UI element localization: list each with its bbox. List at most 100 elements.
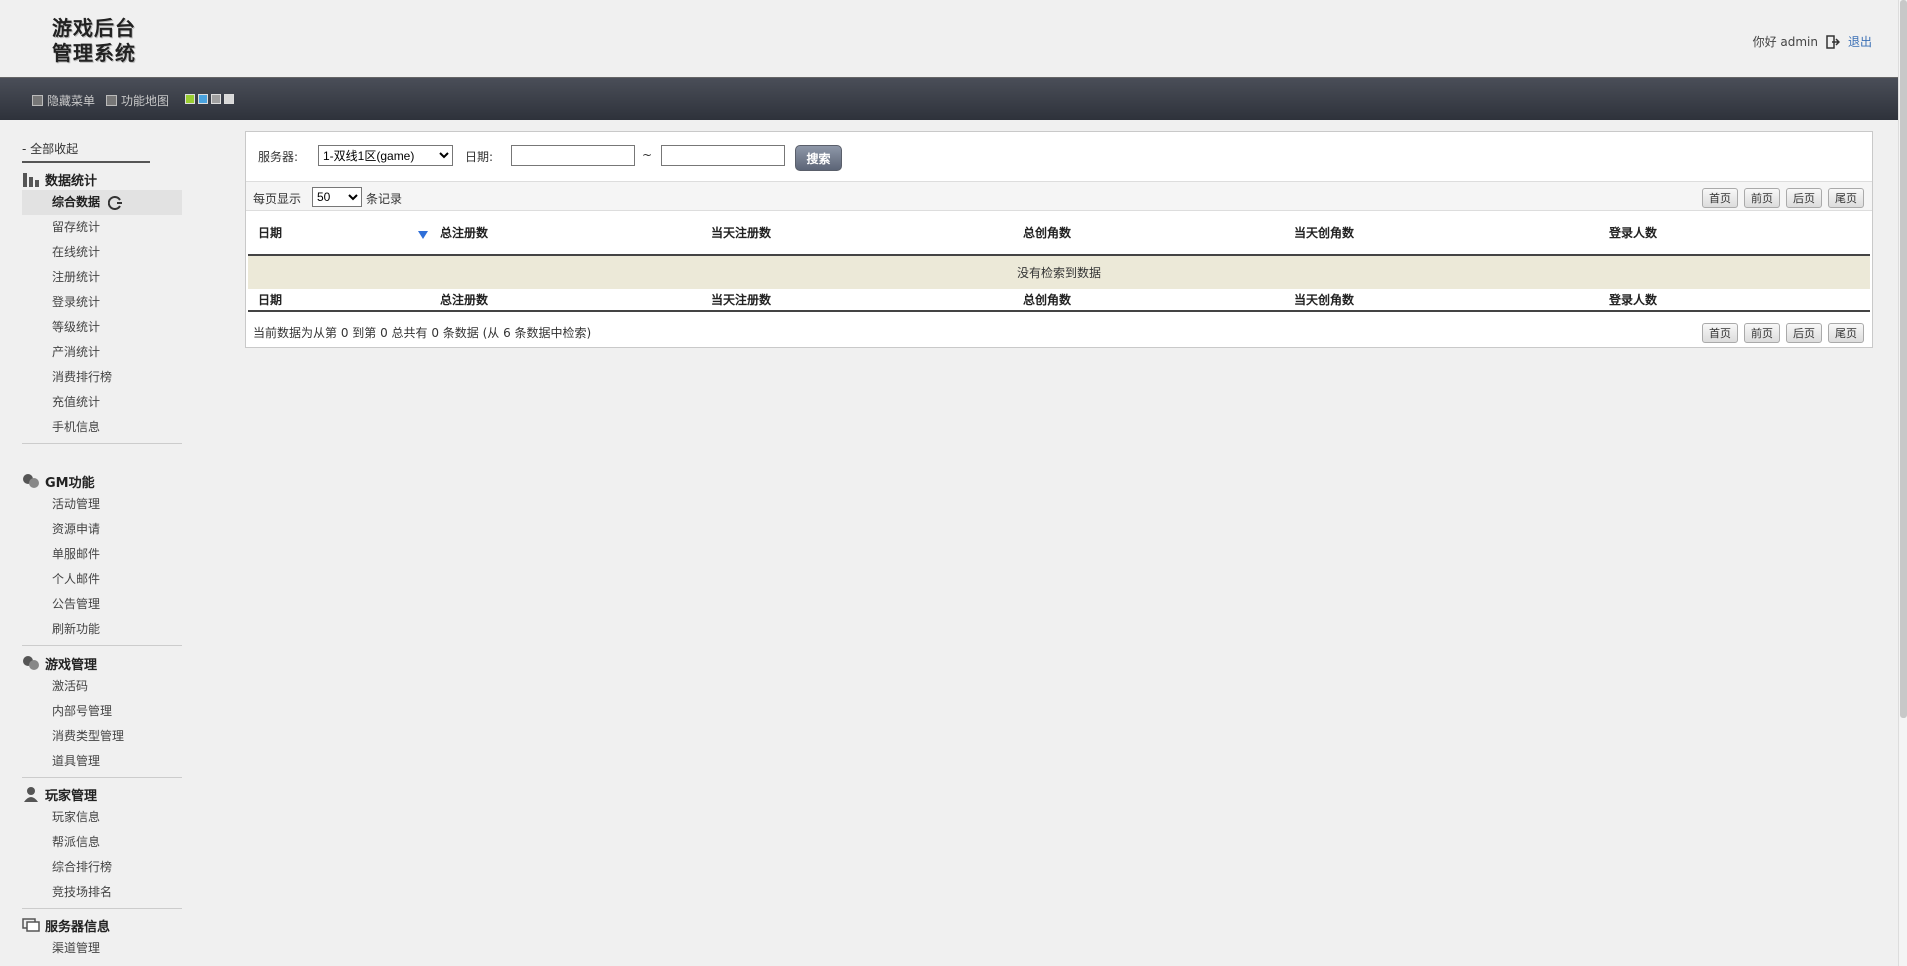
- user-icon: [22, 786, 40, 802]
- sidebar-item[interactable]: 服务器管理: [22, 961, 182, 966]
- sidebar-item-label: 等级统计: [52, 320, 101, 334]
- sidebar-item[interactable]: 等级统计: [22, 315, 182, 340]
- first-page-button[interactable]: 首页: [1702, 188, 1738, 208]
- date-from-input[interactable]: [511, 145, 635, 166]
- sidebar-item[interactable]: 单服邮件: [22, 542, 182, 567]
- refresh-icon[interactable]: [108, 196, 122, 210]
- per-page-prefix: 每页显示: [253, 192, 302, 206]
- search-button[interactable]: 搜索: [795, 145, 842, 171]
- sidebar-item-label: 产消统计: [52, 345, 101, 359]
- sidebar-group: 玩家管理玩家信息帮派信息综合排行榜竞技场排名: [22, 783, 182, 909]
- first-page-button-bottom[interactable]: 首页: [1702, 323, 1738, 343]
- scroll-thumb[interactable]: [1900, 0, 1907, 718]
- logout-link[interactable]: 退出: [1848, 33, 1872, 50]
- sidebar-item-label: 登录统计: [52, 295, 101, 309]
- collapse-all-link[interactable]: - 全部收起: [22, 140, 150, 163]
- theme-swatches: [185, 94, 234, 104]
- sidebar-item[interactable]: 消费类型管理: [22, 724, 182, 749]
- sidebar-item[interactable]: 手机信息: [22, 415, 182, 440]
- sidebar-item[interactable]: 消费排行榜: [22, 365, 182, 390]
- sort-desc-icon: [418, 231, 428, 239]
- pager-top: 每页显示 50 条记录 首页 前页 后页 尾页: [246, 181, 1872, 211]
- col-footer-day-register: 当天注册数: [701, 289, 1013, 312]
- sidebar-item[interactable]: 渠道管理: [22, 936, 182, 961]
- col-footer-login-users: 登录人数: [1599, 289, 1870, 312]
- per-page-suffix: 条记录: [366, 192, 403, 206]
- result-summary: 当前数据为从第 0 到第 0 总共有 0 条数据 (从 6 条数据中检索): [253, 326, 592, 340]
- sidebar-item-label: 活动管理: [52, 497, 101, 511]
- next-page-button-bottom[interactable]: 后页: [1786, 323, 1822, 343]
- sidebar-item[interactable]: 内部号管理: [22, 699, 182, 724]
- last-page-button-bottom[interactable]: 尾页: [1828, 323, 1864, 343]
- sidebar-item[interactable]: 在线统计: [22, 240, 182, 265]
- sidebar-group-title: 游戏管理: [45, 657, 98, 673]
- sidebar-group-header[interactable]: 游戏管理: [22, 652, 182, 674]
- hide-menu-label: 隐藏菜单: [47, 94, 96, 108]
- sidebar-item[interactable]: 道具管理: [22, 749, 182, 774]
- sidebar-item[interactable]: 综合数据: [22, 190, 182, 215]
- sidebar-item[interactable]: 登录统计: [22, 290, 182, 315]
- greeting: 你好 admin: [1752, 35, 1818, 49]
- divider: [22, 908, 182, 909]
- col-header-login-users[interactable]: 登录人数: [1599, 211, 1870, 256]
- sidebar-item[interactable]: 刷新功能: [22, 617, 182, 642]
- sidebar-group-title: 数据统计: [45, 173, 98, 189]
- theme-swatch[interactable]: [185, 94, 195, 104]
- search-bar: 服务器: 1-双线1区(game) 日期: ~ 搜索: [246, 132, 1872, 179]
- col-header-day-register[interactable]: 当天注册数: [701, 211, 1013, 256]
- sidebar-item[interactable]: 活动管理: [22, 492, 182, 517]
- col-header-total-register[interactable]: 总注册数: [430, 211, 701, 256]
- next-page-button[interactable]: 后页: [1786, 188, 1822, 208]
- function-map-button[interactable]: 功能地图: [106, 92, 169, 109]
- col-header-date[interactable]: 日期: [248, 211, 430, 256]
- sidebar-item-label: 在线统计: [52, 245, 101, 259]
- sidebar-group: 数据统计 综合数据 留存统计在线统计注册统计登录统计等级统计产消统计消费排行榜 充值统…: [22, 168, 182, 444]
- sidebar-item[interactable]: 公告管理: [22, 592, 182, 617]
- prev-page-button[interactable]: 前页: [1744, 188, 1780, 208]
- sidebar-item[interactable]: 综合排行榜: [22, 855, 182, 880]
- prev-page-button-bottom[interactable]: 前页: [1744, 323, 1780, 343]
- table-header-row: 日期 总注册数 当天注册数 总创角数 当天创角数 登录人数: [248, 211, 1870, 256]
- theme-swatch[interactable]: [198, 94, 208, 104]
- sidebar-item-label: 玩家信息: [52, 810, 101, 824]
- hide-menu-button[interactable]: 隐藏菜单: [32, 92, 95, 109]
- game-icon: [22, 655, 40, 671]
- gm-icon: [22, 473, 40, 489]
- sidebar-item-label: 综合排行榜: [52, 860, 113, 874]
- sidebar-group-header[interactable]: 玩家管理: [22, 783, 182, 805]
- sidebar-item[interactable]: 留存统计: [22, 215, 182, 240]
- sidebar-item[interactable]: 充值统计: [22, 390, 182, 415]
- sidebar-group-header[interactable]: 服务器信息: [22, 914, 182, 936]
- sidebar-item[interactable]: 竞技场排名: [22, 880, 182, 905]
- theme-swatch[interactable]: [211, 94, 221, 104]
- sidebar-item[interactable]: 个人邮件: [22, 567, 182, 592]
- sidebar-item[interactable]: 资源申请: [22, 517, 182, 542]
- data-table: 日期 总注册数 当天注册数 总创角数 当天创角数 登录人数 没有检索到数据 日期…: [248, 211, 1870, 312]
- date-label: 日期:: [465, 150, 494, 164]
- theme-swatch[interactable]: [224, 94, 234, 104]
- sidebar-item-label: 竞技场排名: [52, 885, 113, 899]
- sidebar-group-header[interactable]: GM功能: [22, 470, 182, 492]
- function-map-label: 功能地图: [121, 94, 170, 108]
- sidebar-item[interactable]: 玩家信息: [22, 805, 182, 830]
- server-select[interactable]: 1-双线1区(game): [318, 145, 453, 166]
- col-footer-total-roles: 总创角数: [1013, 289, 1284, 312]
- hide-menu-icon: [32, 95, 43, 106]
- sidebar-group-title: 服务器信息: [45, 919, 111, 935]
- toolbar: 隐藏菜单 功能地图: [0, 77, 1898, 120]
- col-header-day-roles[interactable]: 当天创角数: [1284, 211, 1599, 256]
- last-page-button[interactable]: 尾页: [1828, 188, 1864, 208]
- table-footer-row: 日期 总注册数 当天注册数 总创角数 当天创角数 登录人数: [248, 289, 1870, 312]
- sidebar-item-label: 公告管理: [52, 597, 101, 611]
- per-page-select[interactable]: 50: [312, 187, 362, 207]
- sidebar-item[interactable]: 注册统计: [22, 265, 182, 290]
- page-scrollbar[interactable]: [1898, 0, 1907, 966]
- date-to-input[interactable]: [661, 145, 785, 166]
- col-header-total-roles[interactable]: 总创角数: [1013, 211, 1284, 256]
- sidebar-item[interactable]: 帮派信息: [22, 830, 182, 855]
- sidebar-group-header[interactable]: 数据统计: [22, 168, 182, 190]
- sidebar-item[interactable]: 激活码: [22, 674, 182, 699]
- sidebar-group-title: 玩家管理: [45, 788, 98, 804]
- sidebar-item[interactable]: 产消统计: [22, 340, 182, 365]
- logout-icon[interactable]: [1826, 34, 1840, 49]
